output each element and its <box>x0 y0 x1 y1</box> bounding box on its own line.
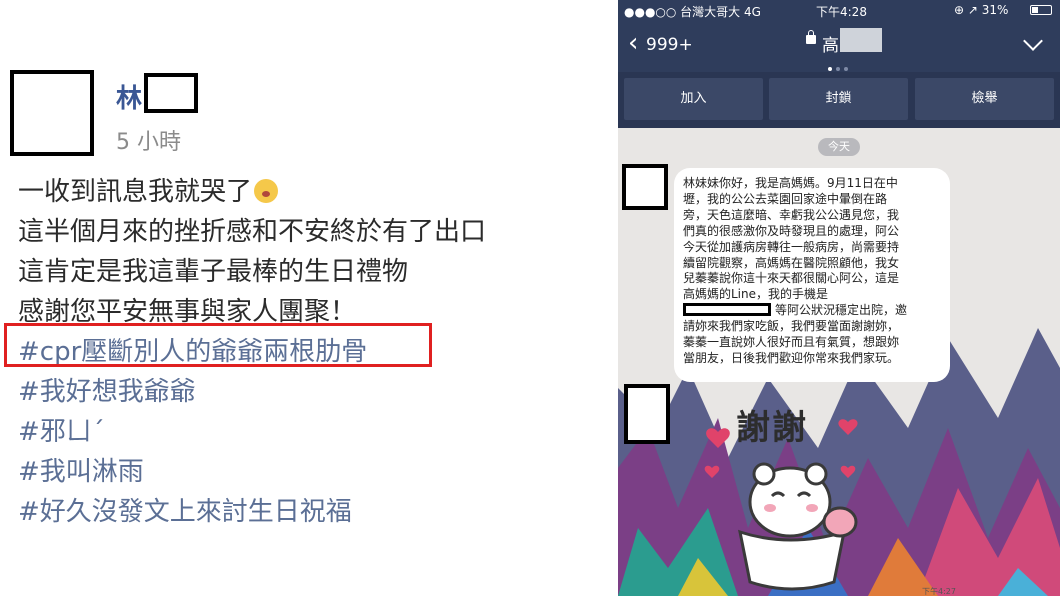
poster-name[interactable]: 林 <box>116 78 142 115</box>
status-time: 下午4:28 <box>816 5 867 19</box>
red-highlight-box <box>4 323 432 367</box>
date-divider: 今天 <box>818 138 860 156</box>
name-redaction-box <box>144 73 198 113</box>
chat-header: ‹ 999+ 高 <box>618 20 1060 72</box>
stranger-action-bar: 加入 封鎖 檢舉 <box>618 72 1060 128</box>
phone-number-redaction <box>683 303 771 317</box>
hashtag-link[interactable]: #我叫淋雨 <box>18 452 588 492</box>
message-line: 高媽媽的Line，我的手機是 <box>683 287 829 302</box>
chevron-down-icon[interactable] <box>1023 31 1043 51</box>
sender-avatar-redacted[interactable] <box>622 164 668 210</box>
message-bubble[interactable]: 林妹妹你好，我是高媽媽。9月11日在中 壢，我的公公去菜園回家途中暈倒在路 旁，… <box>674 168 950 382</box>
chat-area[interactable]: 今天 林妹妹你好，我是高媽媽。9月11日在中 壢，我的公公去菜園回家途中暈倒在路… <box>618 128 1060 596</box>
post-timestamp[interactable]: 5 小時 <box>116 124 181 156</box>
hashtag-link[interactable]: #好久沒發文上來討生日祝福 <box>18 492 588 532</box>
chat-title: 高 <box>822 36 839 56</box>
carrier-label: ●●●○○ 台灣大哥大 4G <box>624 5 761 19</box>
post-line: 這半個月來的挫折感和不安終於有了出口 <box>18 217 487 247</box>
title-redaction <box>840 28 882 52</box>
thank-you-sticker[interactable] <box>698 392 938 596</box>
block-button[interactable]: 封鎖 <box>769 78 908 120</box>
message-line: 今天從加護病房轉往一般病房，尚需要持 <box>683 239 900 254</box>
message-line: 林妹妹你好，我是高媽媽。9月11日在中 <box>683 176 898 190</box>
battery-icon <box>1030 5 1052 15</box>
message-line: 當朋友，日後我們歡迎你常來我們家玩。 <box>683 350 900 365</box>
sender-avatar-redacted[interactable] <box>624 384 670 444</box>
back-button[interactable]: 999+ <box>646 35 693 55</box>
message-line: 續留院觀察，高媽媽在醫院照顧他，我女 <box>683 255 900 270</box>
message-line: 兒蓁蓁說你這十來天都很關心阿公，這是 <box>683 271 900 286</box>
post-line: 一收到訊息我就哭了 <box>18 172 588 212</box>
lock-icon <box>806 30 816 44</box>
line-chat-screenshot: ●●●○○ 台灣大哥大 4G 下午4:28 ⊕ ↗ 31% ‹ 999+ 高 加… <box>618 0 1060 596</box>
message-timestamp: 下午4:27 <box>922 587 956 596</box>
add-friend-button[interactable]: 加入 <box>624 78 763 120</box>
hashtag-link[interactable]: #邪ㄩˊ <box>18 412 588 452</box>
redacted-avatar[interactable] <box>10 70 94 156</box>
message-line: 等阿公狀況穩定出院，邀 <box>683 303 942 319</box>
tearful-face-emoji-icon <box>254 179 279 203</box>
hashtag-link[interactable]: #我好想我爺爺 <box>18 372 588 412</box>
report-button[interactable]: 檢舉 <box>915 78 1054 120</box>
status-bar: ●●●○○ 台灣大哥大 4G 下午4:28 ⊕ ↗ 31% <box>618 0 1060 20</box>
message-line: 蓁蓁一直說妳人很好而且有氣質，想跟妳 <box>683 335 900 350</box>
message-line: 旁，天色這麼暗、幸虧我公公遇見您，我 <box>683 207 900 222</box>
post-line: 這肯定是我這輩子最棒的生日禮物 <box>18 257 409 287</box>
status-icons: ⊕ ↗ 31% <box>954 3 1009 17</box>
social-post: 林 5 小時 一收到訊息我就哭了 這半個月來的挫折感和不安終於有了出口 這肯定是… <box>0 0 590 596</box>
back-chevron-icon[interactable]: ‹ <box>628 30 638 56</box>
message-line: 請妳來我們家吃飯，我們要當面謝謝妳， <box>683 319 900 334</box>
message-line: 壢，我的公公去菜園回家途中暈倒在路 <box>683 191 888 206</box>
sticker-caption: 謝謝 <box>736 408 808 448</box>
message-line: 們真的很感激你及時發現且的處理，阿公 <box>683 223 900 238</box>
